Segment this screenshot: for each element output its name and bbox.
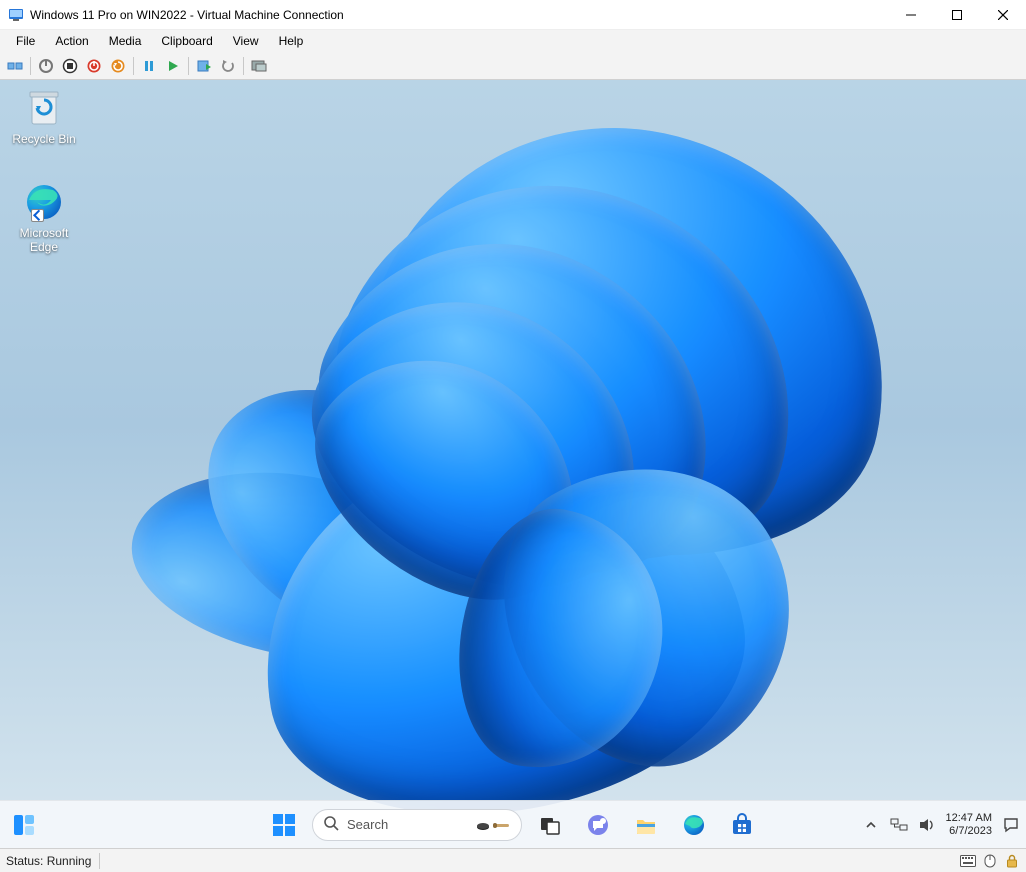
app-icon (8, 7, 24, 23)
shutdown-icon[interactable] (83, 55, 105, 77)
store-button[interactable] (722, 805, 762, 845)
menu-action[interactable]: Action (45, 32, 98, 50)
menubar: File Action Media Clipboard View Help (0, 30, 1026, 52)
taskbar-time: 12:47 AM (946, 812, 992, 825)
taskbar-clock[interactable]: 12:47 AM 6/7/2023 (946, 812, 992, 838)
save-state-icon[interactable] (59, 55, 81, 77)
keyboard-icon (960, 853, 976, 869)
desktop-icon-recycle-bin[interactable]: Recycle Bin (6, 86, 82, 146)
host-titlebar: Windows 11 Pro on WIN2022 - Virtual Mach… (0, 0, 1026, 30)
minimize-button[interactable] (888, 0, 934, 30)
widgets-button[interactable] (6, 807, 42, 843)
start-button[interactable] (264, 805, 304, 845)
ctrl-alt-del-icon[interactable] (4, 55, 26, 77)
search-placeholder: Search (347, 817, 467, 832)
reset-icon[interactable] (107, 55, 129, 77)
notifications-icon[interactable] (1002, 816, 1020, 834)
close-button[interactable] (980, 0, 1026, 30)
search-highlight-icon (475, 817, 511, 833)
enhanced-session-icon[interactable] (248, 55, 270, 77)
menu-help[interactable]: Help (269, 32, 314, 50)
tray-chevron-up-icon[interactable] (862, 816, 880, 834)
checkpoint-icon[interactable] (193, 55, 215, 77)
lock-icon (1004, 853, 1020, 869)
volume-icon[interactable] (918, 816, 936, 834)
menu-file[interactable]: File (6, 32, 45, 50)
taskbar: Search (0, 800, 1026, 848)
revert-icon[interactable] (217, 55, 239, 77)
window-title: Windows 11 Pro on WIN2022 - Virtual Mach… (30, 8, 344, 22)
file-explorer-button[interactable] (626, 805, 666, 845)
wallpaper-bloom (81, 80, 981, 848)
taskbar-date: 6/7/2023 (946, 825, 992, 838)
menu-media[interactable]: Media (99, 32, 152, 50)
desktop-icon-label: Microsoft Edge (6, 226, 82, 254)
status-label: Status: Running (6, 854, 91, 868)
menu-clipboard[interactable]: Clipboard (151, 32, 222, 50)
shortcut-badge-icon (31, 209, 44, 222)
maximize-button[interactable] (934, 0, 980, 30)
task-view-button[interactable] (530, 805, 570, 845)
search-icon (323, 815, 339, 834)
desktop-icon-label: Recycle Bin (6, 132, 82, 146)
pause-icon[interactable] (138, 55, 160, 77)
desktop-icon-microsoft-edge[interactable]: Microsoft Edge (6, 180, 82, 254)
mouse-icon (982, 853, 998, 869)
host-statusbar: Status: Running (0, 848, 1026, 872)
network-icon[interactable] (890, 816, 908, 834)
edge-button[interactable] (674, 805, 714, 845)
menu-view[interactable]: View (223, 32, 269, 50)
chat-button[interactable] (578, 805, 618, 845)
toolbar (0, 52, 1026, 80)
guest-desktop[interactable]: Recycle Bin Microsoft Edge (0, 80, 1026, 848)
turn-off-icon[interactable] (35, 55, 57, 77)
start-icon[interactable] (162, 55, 184, 77)
taskbar-search[interactable]: Search (312, 809, 522, 841)
